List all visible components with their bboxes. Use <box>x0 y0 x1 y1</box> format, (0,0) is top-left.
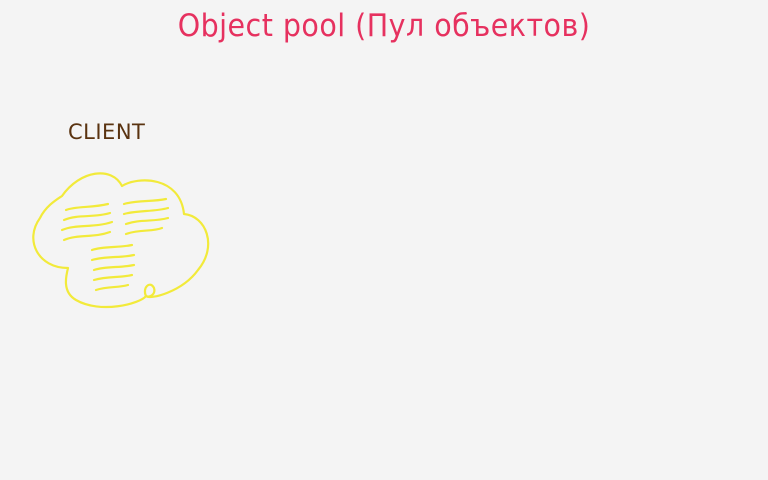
cloud-outline <box>32 172 210 309</box>
client-cloud <box>32 172 210 309</box>
scribble-right <box>122 197 170 236</box>
scribble-bottom <box>90 243 136 292</box>
cloud-curl <box>143 283 156 298</box>
client-label: CLIENT <box>68 120 146 144</box>
scribble-left <box>60 202 114 242</box>
diagram-title: Object pool (Пул объектов) <box>177 8 591 44</box>
